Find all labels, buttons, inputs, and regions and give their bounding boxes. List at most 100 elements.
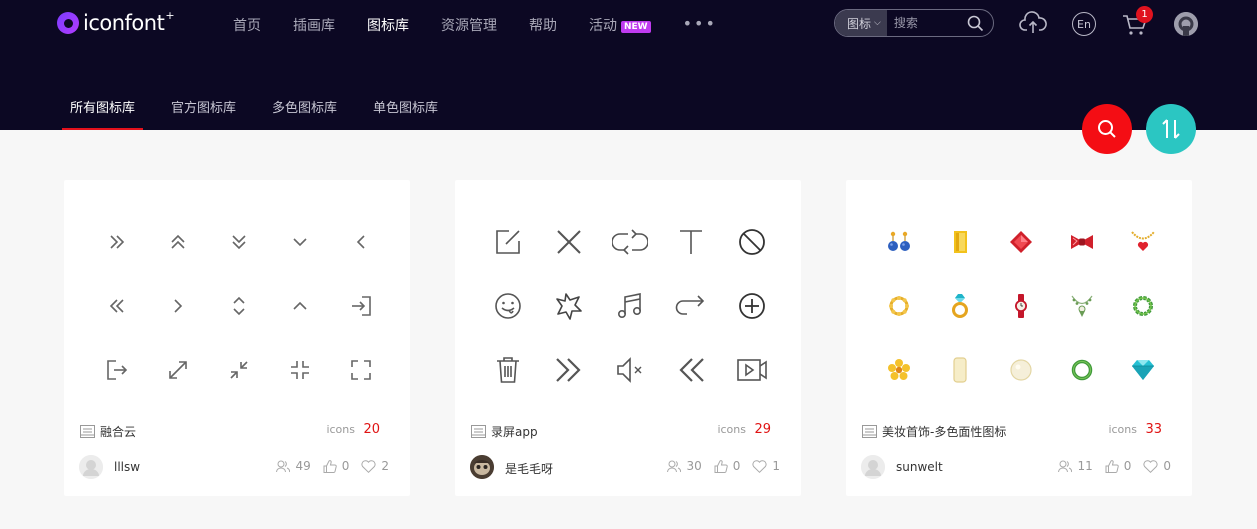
earrings-icon [868, 210, 929, 274]
tab-official-libraries[interactable]: 官方图标库 [171, 97, 236, 130]
followers-count: 30 [686, 459, 702, 473]
followers-count: 11 [1077, 459, 1093, 473]
nav-item-resources[interactable]: 资源管理 [441, 15, 497, 35]
logout-icon [86, 338, 147, 402]
icon-count-label: icons [717, 423, 746, 436]
library-name[interactable]: 美妆首饰-多色面性图标 [882, 423, 1006, 440]
library-meta: 美妆首饰-多色面性图标 icons 33 [862, 422, 1162, 440]
library-name[interactable]: 录屏app [491, 423, 538, 440]
tab-multicolor-libraries[interactable]: 多色图标库 [272, 97, 337, 130]
likes-stat[interactable]: 0 [1105, 459, 1132, 473]
ruby-icon [990, 210, 1051, 274]
chevron-down-icon: ⌵ [874, 18, 881, 28]
close-icon [538, 210, 599, 274]
library-name[interactable]: 融合云 [100, 423, 136, 440]
edit-icon [477, 210, 538, 274]
upload-cloud-icon[interactable] [1019, 11, 1047, 39]
fullscreen-icon [330, 338, 391, 402]
author-name[interactable]: 是毛毛呀 [505, 460, 553, 477]
nav-item-home[interactable]: 首页 [233, 15, 261, 35]
redo-icon [660, 274, 721, 338]
forbidden-icon [721, 210, 782, 274]
chevron-down-icon [269, 210, 330, 274]
favorites-stat[interactable]: 2 [361, 459, 389, 473]
nav-item-events-label: 活动 [589, 18, 617, 34]
main-nav: 首页 插画库 图标库 资源管理 帮助 活动 NEW ••• [233, 14, 717, 35]
library-stats: 30 0 1 [655, 459, 780, 473]
likes-stat[interactable]: 0 [323, 459, 350, 473]
likes-stat[interactable]: 0 [714, 459, 740, 473]
chevron-up-down-icon [208, 274, 269, 338]
user-avatar[interactable] [1174, 12, 1198, 36]
likes-count: 0 [341, 459, 350, 473]
library-card[interactable]: 融合云 icons 20 lllsw 49 0 2 [64, 180, 410, 496]
heart-icon [752, 459, 767, 473]
more-menu-icon[interactable]: ••• [683, 14, 717, 33]
chevrons-right-icon [86, 210, 147, 274]
followers-count: 49 [295, 459, 311, 473]
search-icon [1098, 120, 1116, 138]
favorites-count: 1 [772, 459, 780, 473]
users-icon [667, 460, 682, 472]
login-icon [330, 274, 391, 338]
thumbs-up-icon [714, 459, 728, 473]
gold-ring-icon [868, 274, 929, 338]
library-icon [471, 423, 486, 442]
users-icon [1058, 460, 1073, 472]
icon-count: 33 [1145, 422, 1162, 437]
gold-bar-icon [929, 210, 990, 274]
language-toggle[interactable]: En [1072, 12, 1096, 36]
search-box: 图标 ⌵ [834, 9, 994, 37]
plus-circle-icon [721, 274, 782, 338]
followers-stat: 30 [667, 459, 702, 473]
search-type-select[interactable]: 图标 ⌵ [835, 10, 887, 36]
library-tabs: 所有图标库 官方图标库 多色图标库 单色图标库 [61, 97, 474, 130]
nav-item-icons[interactable]: 图标库 [367, 15, 409, 35]
heart-icon [361, 459, 376, 473]
logo[interactable]: iconfont + [57, 9, 175, 35]
favorites-stat[interactable]: 1 [752, 459, 780, 473]
library-author: sunwelt 11 0 0 [861, 455, 1171, 479]
tab-all-libraries[interactable]: 所有图标库 [61, 97, 144, 130]
logo-mark-icon [57, 12, 79, 34]
tab-monochrome-libraries[interactable]: 单色图标库 [373, 97, 438, 130]
search-icon[interactable] [967, 15, 984, 36]
author-name[interactable]: sunwelt [896, 460, 943, 474]
author-avatar[interactable] [79, 455, 103, 479]
fast-forward-icon [538, 338, 599, 402]
pearl-necklace-icon [1051, 274, 1112, 338]
author-name[interactable]: lllsw [114, 460, 140, 474]
mute-icon [599, 338, 660, 402]
author-avatar[interactable] [861, 455, 885, 479]
library-meta: 录屏app icons 29 [471, 422, 771, 440]
search-input[interactable] [893, 16, 958, 30]
nav-item-events[interactable]: 活动 NEW [589, 15, 651, 35]
heart-icon [1143, 459, 1158, 473]
author-avatar[interactable] [470, 455, 494, 479]
floating-sort-button[interactable] [1146, 104, 1196, 154]
floating-search-button[interactable] [1082, 104, 1132, 154]
watch-icon [990, 274, 1051, 338]
library-author: lllsw 49 0 2 [79, 455, 389, 479]
chevrons-down-icon [208, 210, 269, 274]
diamond-ring-icon [929, 274, 990, 338]
icon-count: 20 [363, 422, 380, 437]
chevron-left-icon [330, 210, 391, 274]
library-card[interactable]: 美妆首饰-多色面性图标 icons 33 sunwelt 11 0 0 [846, 180, 1192, 496]
likes-count: 0 [1123, 459, 1132, 473]
nav-item-help[interactable]: 帮助 [529, 15, 557, 35]
logo-text: iconfont [83, 11, 165, 35]
sticker-icon [477, 274, 538, 338]
music-icon [599, 274, 660, 338]
nav-item-illustrations[interactable]: 插画库 [293, 15, 335, 35]
library-card[interactable]: 录屏app icons 29 是毛毛呀 30 0 1 [455, 180, 801, 496]
bow-tie-icon [1051, 210, 1112, 274]
icon-preview-grid [86, 210, 391, 402]
favorites-stat[interactable]: 0 [1143, 459, 1171, 473]
cream-bar-icon [929, 338, 990, 402]
icon-preview-grid [868, 210, 1173, 402]
icon-preview-grid [477, 210, 782, 402]
flower-brooch-icon [868, 338, 929, 402]
library-icon [862, 423, 877, 442]
green-ring-icon [1051, 338, 1112, 402]
